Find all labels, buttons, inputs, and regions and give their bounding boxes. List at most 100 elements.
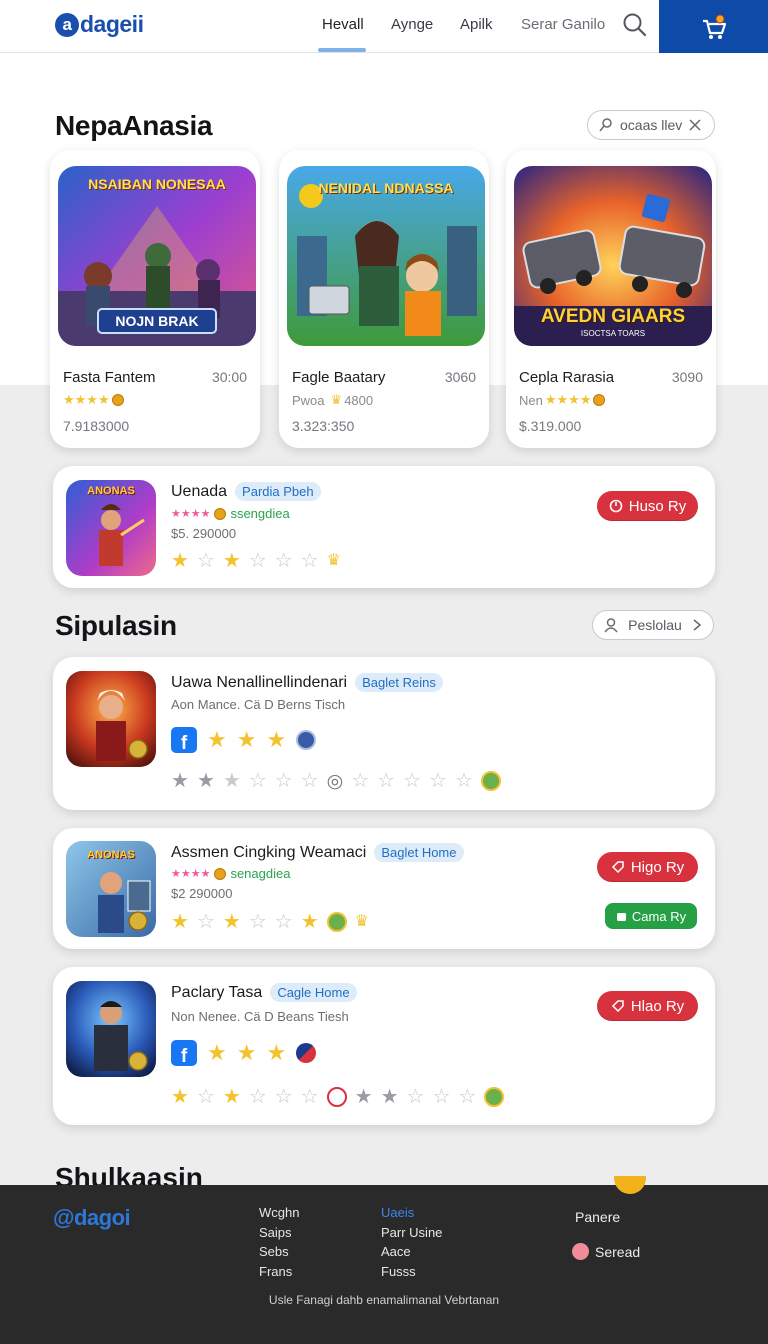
game-artwork-2: NENIDAL NDNASSA (287, 166, 485, 346)
featured-card-1[interactable]: NSAIBAN NONESAA NOJN BRAK Fasta Fantem 3… (50, 150, 260, 448)
game-action-button[interactable]: Hlao Ry (597, 991, 698, 1021)
game-row-1[interactable]: Uawa Nenallinellindenari Baglet Reins Ao… (53, 657, 715, 810)
promo-card[interactable]: ANONAS Uenada Pardia Pbeh ★★★★ ssengdiea… (53, 466, 715, 588)
filter-label: ocaas llev (620, 117, 683, 133)
card-rating: Nen ★★★★ (519, 392, 606, 408)
coin-icon (214, 867, 227, 880)
game-row-3[interactable]: Paclary Tasa Cagle Home Non Nenee. Cä D … (53, 967, 715, 1125)
user-icon (599, 118, 612, 132)
game-tag: Cagle Home (270, 983, 357, 1002)
badge-icon (296, 730, 317, 750)
footer-social[interactable]: Seread (572, 1243, 640, 1260)
rating-extra: 4800 (344, 392, 374, 408)
facebook-icon[interactable]: f (171, 1040, 197, 1066)
artwork-title: NSAIBAN NONESAA (88, 176, 226, 192)
game-title-row: Uawa Nenallinellindenari Baglet Reins (171, 673, 443, 692)
coin-icon (111, 394, 124, 406)
artwork-subtitle: ISOCTSA TOARS (580, 329, 646, 338)
game-tag: Baglet Home (374, 843, 464, 862)
promo-title: Uenada (171, 482, 228, 500)
chevron-right-icon (693, 619, 702, 631)
footer-link[interactable]: Aace (381, 1242, 442, 1262)
game-thumbnail-1 (66, 671, 156, 767)
featured-filter-pill[interactable]: ocaas llev (587, 110, 715, 140)
facebook-icon[interactable]: f (171, 727, 197, 753)
footer-link[interactable]: Sebs (259, 1242, 299, 1262)
rating-text: Pwoa (292, 392, 325, 408)
tag-icon (611, 1000, 624, 1013)
game-row-2[interactable]: ANONAS Assmen Cingking Weamaci Baglet Ho… (53, 828, 715, 949)
footer-link[interactable]: Wcghn (259, 1203, 299, 1223)
social-rating: f ★ ★ ★ (171, 727, 317, 753)
promo-thumbnail: ANONAS (66, 480, 156, 576)
card-title: Cepla Rarasia (519, 369, 615, 386)
card-meta: 7.9183000 (63, 418, 130, 434)
star-rating[interactable]: ★ ★ ★ ☆ ☆ ☆ ◎ ☆ ☆ ☆ ☆ ☆ (171, 771, 501, 791)
footer-link[interactable]: Panere (575, 1209, 620, 1225)
rating-stars: ★★★★ (63, 392, 110, 407)
nav-link-2[interactable]: Aynge (391, 16, 433, 33)
power-icon (609, 499, 623, 513)
promo-rating: ★★★★ ssengdiea (171, 506, 290, 521)
clock-icon (326, 1087, 347, 1107)
button-label: Cama Ry (631, 908, 687, 924)
card-title: Fagle Baatary (292, 369, 386, 386)
thumb-title: ANONAS (87, 485, 135, 497)
flag-icon (296, 1043, 317, 1063)
star-rating[interactable]: ★ ☆ ★ ☆ ☆ ☆ ♛ (171, 551, 341, 571)
award-icon: ♛ (330, 392, 343, 407)
artwork-button: NOJN BRAK (115, 313, 199, 329)
card-price: 3060 (444, 369, 476, 385)
search-icon[interactable] (622, 12, 648, 38)
card-meta: $.319.000 (519, 418, 582, 434)
close-icon[interactable] (688, 118, 702, 132)
card-meta: 3.323:350 (292, 418, 355, 434)
game-thumbnail-2: ANONAS (66, 841, 156, 937)
game-subtitle: Non Nenee. Cä D Beans Tiesh (171, 1009, 349, 1024)
section-action-pill[interactable]: Peslolau (592, 610, 714, 640)
footer-link[interactable]: Parr Usine (381, 1223, 442, 1243)
promo-action-button[interactable]: Huso Ry (597, 491, 698, 521)
star-rating[interactable]: ★ ☆ ★ ☆ ☆ ☆ ★ ★ ☆ ☆ ☆ (171, 1087, 505, 1107)
nav-link-1[interactable]: Hevall (322, 16, 364, 33)
globe-icon (326, 912, 347, 932)
cart-button[interactable] (659, 0, 768, 53)
award-icon: ♛ (326, 552, 341, 569)
game-action-button[interactable]: Higo Ry (597, 852, 698, 882)
artwork-title: NENIDAL NDNASSA (318, 180, 454, 196)
user-icon (604, 618, 618, 633)
section-title-simulation: Sipulasin (55, 610, 177, 641)
coin-icon (593, 394, 606, 406)
footer-logo[interactable]: @dagoi (53, 1205, 131, 1231)
logo-mark: a (55, 12, 79, 37)
tag-icon (611, 861, 624, 874)
game-artwork-1: NSAIBAN NONESAA NOJN BRAK (58, 166, 256, 346)
star-rating[interactable]: ★ ☆ ★ ☆ ☆ ★ ♛ (171, 912, 369, 932)
promo-price: $5. 290000 (171, 526, 237, 541)
footer-link[interactable]: Fusss (381, 1262, 442, 1282)
footer-link[interactable]: Frans (259, 1262, 299, 1282)
game-subtitle: Aon Mance. Cä D Berns Tisch (171, 697, 346, 712)
award-icon: ♛ (354, 913, 369, 930)
button-label: Hlao Ry (630, 997, 685, 1015)
cart-icon (702, 14, 726, 39)
nav-link-3[interactable]: Apilk (460, 16, 493, 33)
footer-copyright: Usle Fanagi dahb enamalimanal Vebrtanan (268, 1293, 500, 1307)
footer: @dagoi Wcghn Saips Sebs Frans Uaeis Parr… (0, 1185, 768, 1344)
game-secondary-button[interactable]: Cama Ry (605, 903, 697, 929)
footer-link-active[interactable]: Uaeis (381, 1203, 442, 1223)
footer-link[interactable]: Saips (259, 1223, 299, 1243)
nav-link-4[interactable]: Serar Ganilo (521, 16, 605, 33)
avatar-icon (572, 1243, 589, 1260)
top-navbar: a dageii Hevall Aynge Apilk Serar Ganilo (0, 0, 768, 53)
featured-card-2[interactable]: NENIDAL NDNASSA Fagle Baatary 3060 Pwoa … (279, 150, 489, 448)
rating-stars: ★★★★ (171, 508, 211, 520)
button-label: Huso Ry (628, 497, 687, 515)
rating-label: ssengdiea (230, 506, 290, 521)
game-tag: Baglet Reins (355, 673, 443, 692)
featured-card-3[interactable]: AVEDN GIAARS ISOCTSA TOARS Cepla Rarasia… (506, 150, 716, 448)
footer-column-2: Uaeis Parr Usine Aace Fusss (381, 1203, 442, 1281)
card-title: Fasta Fantem (63, 369, 156, 386)
brand-logo[interactable]: a dageii (55, 11, 144, 38)
globe-icon (480, 771, 501, 791)
